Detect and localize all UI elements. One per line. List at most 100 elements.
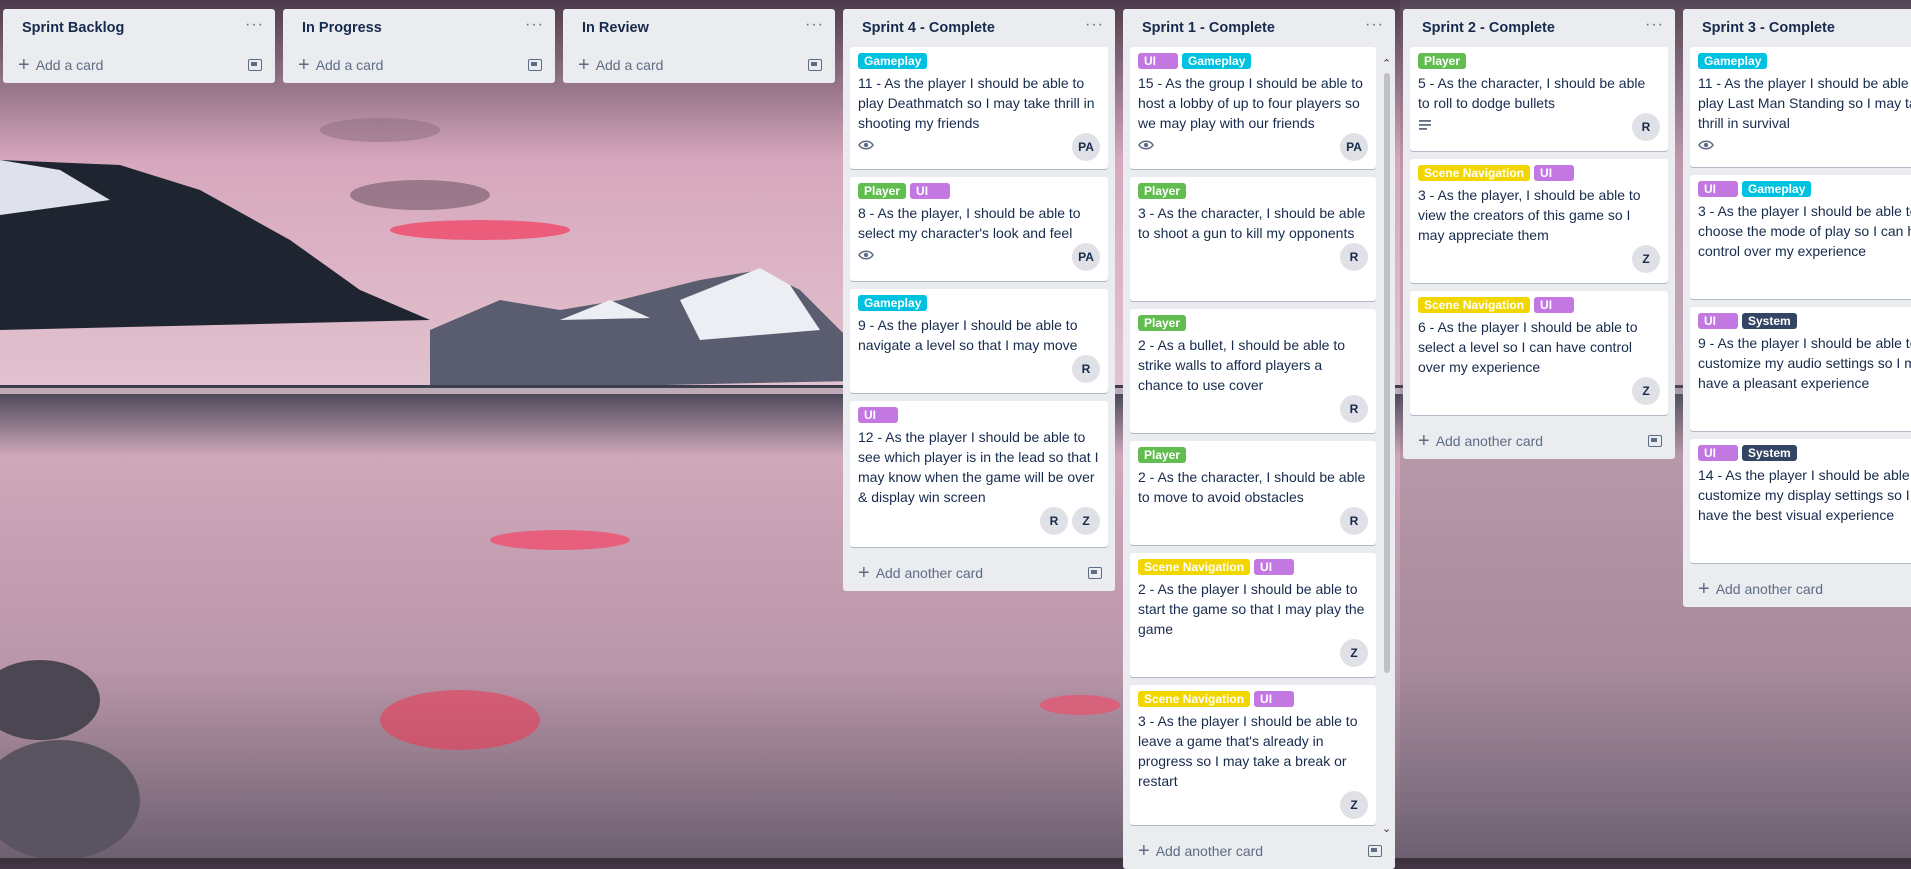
plus-icon: + [298, 54, 310, 76]
card-template-icon[interactable] [808, 59, 822, 71]
card-label[interactable]: Scene Navigation [1138, 691, 1251, 707]
avatar[interactable]: PA [1072, 133, 1100, 161]
card[interactable]: Scene Navigation UI 3 - As the player I sh… [1130, 685, 1376, 825]
card-title: 11 - As the player I should be able to p… [858, 75, 1095, 131]
card-list: UI Gameplay 15 - As the group I should be … [1130, 47, 1388, 833]
card-label[interactable]: UI [1534, 297, 1575, 313]
card-label[interactable]: Player [1138, 183, 1187, 199]
card-labels: Player [1138, 447, 1368, 463]
card-title: 14 - As the player I should be able to c… [1698, 467, 1911, 523]
card-template-icon[interactable] [248, 59, 262, 71]
scroll-thumb[interactable] [1384, 73, 1390, 673]
list-title[interactable]: Sprint 3 - Complete [1702, 20, 1835, 36]
avatar[interactable]: R [1340, 243, 1368, 271]
add-card-button[interactable]: + Add another card [1130, 833, 1388, 869]
card-footer: R [858, 355, 1100, 383]
card-label[interactable]: Gameplay [1742, 181, 1812, 197]
avatar[interactable]: Z [1340, 791, 1368, 819]
list-title[interactable]: Sprint 2 - Complete [1422, 20, 1555, 36]
avatar[interactable]: Z [1632, 377, 1660, 405]
card-label[interactable]: UI [910, 183, 951, 199]
list-menu-icon[interactable]: ··· [525, 17, 544, 36]
card-label[interactable]: UI [1698, 181, 1738, 197]
card[interactable]: Gameplay 11 - As the player I should be a… [1690, 47, 1911, 167]
list-scrollbar[interactable]: ⌃ ⌄ [1382, 57, 1391, 835]
card-label[interactable]: UI [1254, 559, 1295, 575]
card-label[interactable]: Scene Navigation [1138, 559, 1251, 575]
card[interactable]: Player UI 8 - As the player, I should be a… [850, 177, 1108, 281]
card-template-icon[interactable] [528, 59, 542, 71]
card[interactable]: Player 2 - As the character, I should be … [1130, 441, 1376, 545]
add-card: + Add another card [858, 563, 983, 583]
card[interactable]: UI Gameplay 15 - As the group I should be … [1130, 47, 1376, 169]
avatar[interactable]: R [1340, 395, 1368, 423]
card-label[interactable]: UI [1254, 691, 1295, 707]
list-0: Sprint Backlog ··· + Add a card [3, 9, 275, 83]
card-label[interactable]: Player [858, 183, 907, 199]
card[interactable]: Player 5 - As the character, I should be … [1410, 47, 1668, 151]
card-label[interactable]: Player [1138, 315, 1187, 331]
card-label[interactable]: Gameplay [858, 295, 928, 311]
card[interactable]: Scene Navigation UI 6 - As the player I sh… [1410, 291, 1668, 415]
card[interactable]: UI 12 - As the player I should be able to… [850, 401, 1108, 547]
card[interactable]: UI Gameplay 3 - As the player I should be … [1690, 175, 1911, 299]
card-label[interactable]: UI [1138, 53, 1178, 69]
card-template-icon[interactable] [1648, 435, 1662, 447]
list-title[interactable]: In Progress [302, 20, 382, 36]
add-card-button[interactable]: + Add another card [1410, 423, 1668, 459]
list-title[interactable]: In Review [582, 20, 649, 36]
card-label[interactable]: Gameplay [1182, 53, 1252, 69]
list-title[interactable]: Sprint 1 - Complete [1142, 20, 1275, 36]
avatar[interactable]: R [1072, 355, 1100, 383]
list-menu-icon[interactable]: ··· [245, 17, 264, 36]
card-labels: Scene Navigation UI [1138, 559, 1368, 575]
list-menu-icon[interactable]: ··· [1365, 17, 1384, 36]
scroll-down-icon[interactable]: ⌄ [1382, 822, 1391, 835]
scroll-up-icon[interactable]: ⌃ [1382, 57, 1391, 70]
list-menu-icon[interactable]: ··· [805, 17, 824, 36]
card-label[interactable]: Player [1138, 447, 1187, 463]
add-card-button[interactable]: + Add another card [1690, 571, 1911, 607]
card-label[interactable]: Scene Navigation [1418, 297, 1531, 313]
card-label[interactable]: Scene Navigation [1418, 165, 1531, 181]
card-label[interactable]: UI [858, 407, 898, 423]
card[interactable]: UI System 14 - As the player I should be a… [1690, 439, 1911, 563]
avatar[interactable]: Z [1072, 507, 1100, 535]
card-label[interactable]: Player [1418, 53, 1467, 69]
card[interactable]: Gameplay 11 - As the player I should be a… [850, 47, 1108, 169]
card-label[interactable]: Gameplay [1698, 53, 1768, 69]
avatar[interactable]: PA [1072, 243, 1100, 271]
add-card-label: Add another card [1155, 843, 1264, 859]
add-card-button[interactable]: + Add a card [570, 47, 828, 83]
card[interactable]: Scene Navigation UI 3 - As the player, I s… [1410, 159, 1668, 283]
card-title: 3 - As the character, I should be able t… [1138, 205, 1366, 241]
card[interactable]: UI System 9 - As the player I should be ab… [1690, 307, 1911, 431]
card-label[interactable]: System [1742, 445, 1797, 461]
avatar[interactable]: R [1040, 507, 1068, 535]
list-menu-icon[interactable]: ··· [1645, 17, 1664, 36]
list-title[interactable]: Sprint 4 - Complete [862, 20, 995, 36]
card-label[interactable]: UI [1534, 165, 1575, 181]
card[interactable]: Player 2 - As a bullet, I should be able … [1130, 309, 1376, 433]
list-menu-icon[interactable]: ··· [1085, 17, 1104, 36]
avatar[interactable]: R [1632, 113, 1660, 141]
card-label[interactable]: UI [1698, 445, 1738, 461]
card[interactable]: Scene Navigation UI 2 - As the player I sh… [1130, 553, 1376, 677]
card-template-icon[interactable] [1368, 845, 1382, 857]
card-members: Z [1632, 245, 1660, 273]
avatar[interactable]: PA [1340, 133, 1368, 161]
card-label[interactable]: Gameplay [858, 53, 928, 69]
add-card-button[interactable]: + Add another card [850, 555, 1108, 591]
avatar[interactable]: Z [1632, 245, 1660, 273]
card-title: 8 - As the player, I should be able to s… [858, 205, 1081, 241]
card[interactable]: Player 3 - As the character, I should be … [1130, 177, 1376, 301]
card-template-icon[interactable] [1088, 567, 1102, 579]
add-card-button[interactable]: + Add a card [290, 47, 548, 83]
card-label[interactable]: System [1742, 313, 1797, 329]
card[interactable]: Gameplay 9 - As the player I should be ab… [850, 289, 1108, 393]
list-title[interactable]: Sprint Backlog [22, 20, 124, 36]
card-label[interactable]: UI [1698, 313, 1738, 329]
add-card-button[interactable]: + Add a card [10, 47, 268, 83]
avatar[interactable]: Z [1340, 639, 1368, 667]
avatar[interactable]: R [1340, 507, 1368, 535]
